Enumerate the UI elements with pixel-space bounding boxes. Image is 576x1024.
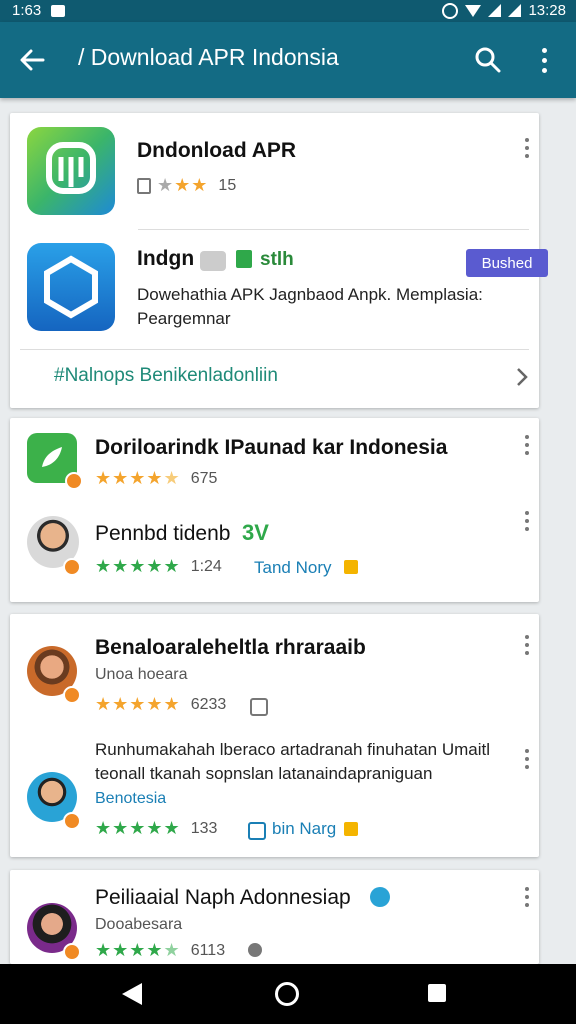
app-tag: stlh <box>260 249 294 270</box>
recents-icon[interactable] <box>428 984 446 1002</box>
rating-count: 1:24 <box>190 557 222 575</box>
results-card-1: Doriloarindk IPaunad kar Indonesia ★★★★ ★… <box>10 418 539 602</box>
rating-count: 15 <box>218 176 237 194</box>
item-badge: 3V <box>242 520 269 545</box>
status-bar: 1:63 13:28 <box>0 0 576 22</box>
alarm-icon <box>442 2 459 19</box>
thumb-icon <box>248 822 266 840</box>
rating-count: 6113 <box>190 941 226 959</box>
lock-icon <box>344 822 358 836</box>
page-title: / Download APR Indonsia <box>78 44 339 70</box>
item-rating: ★★★★★ 1:24 <box>95 556 222 576</box>
results-card-3: Peiliaaial Naph Adonnesiap Dooabesara ★★… <box>10 870 539 964</box>
list-item[interactable]: Pennbd tidenb 3V ★★★★★ 1:24 Tand Nory <box>10 506 539 602</box>
app-row-download[interactable]: Dndonload APR ★ ★★ 15 <box>10 113 539 228</box>
signal-icon <box>488 4 502 17</box>
more-options-icon[interactable] <box>515 882 539 912</box>
item-subtitle: Dooabesara <box>95 916 183 933</box>
chevron-right-icon[interactable] <box>515 367 529 392</box>
item-title: Peiliaaial Naph Adonnesiap <box>95 886 351 909</box>
item-rating: ★★★★ ★ 675 <box>95 468 218 488</box>
lock-icon <box>344 560 358 574</box>
divider <box>138 229 529 230</box>
status-time-left: 1:63 <box>12 2 42 19</box>
back-arrow-icon[interactable] <box>14 44 50 76</box>
item-rating: ★★★★★ 133 <box>95 818 218 838</box>
more-options-icon[interactable] <box>515 430 539 460</box>
app-description: Dowehathia APK Jagnbaod Anpk. Memplasia:… <box>137 285 483 328</box>
divider <box>20 349 529 350</box>
more-options-icon[interactable] <box>515 630 539 660</box>
featured-card: Dndonload APR ★ ★★ 15 Indgn stlh Bushed D… <box>10 113 548 408</box>
list-item[interactable]: Peiliaaial Naph Adonnesiap Dooabesara ★★… <box>10 870 539 964</box>
item-title: Pennbd tidenb <box>95 522 231 545</box>
search-icon[interactable] <box>470 44 506 76</box>
back-icon[interactable] <box>122 983 142 1005</box>
app-name: Dndonload APR <box>137 139 297 162</box>
item-title: Doriloarindk IPaunad kar Indonesia <box>95 436 448 459</box>
verified-icon <box>370 887 390 907</box>
app-name: Indgn <box>137 247 195 270</box>
orange-dot-badge <box>63 686 81 704</box>
see-more-row[interactable]: #Nalnops Benikenladonliin <box>10 351 539 407</box>
lock-icon <box>137 177 151 194</box>
status-time-right: 13:28 <box>528 2 566 19</box>
item-description: Runhumakahah lberaco artadranah finuhata… <box>95 740 491 783</box>
photo-notification-icon <box>51 4 66 17</box>
item-subtitle: Benotesia <box>95 790 167 807</box>
list-item[interactable]: Runhumakahah lberaco artadranah finuhata… <box>10 732 539 857</box>
orange-dot-badge <box>63 812 81 830</box>
orange-dot-badge <box>63 558 81 576</box>
results-card-2: Benaloaraleheltla rhraraaib Unoa hoeara … <box>10 614 539 857</box>
app-bar: / Download APR Indonsia <box>0 22 576 98</box>
app-row-indgn[interactable]: Indgn stlh Bushed Dowehathia APK Jagnbao… <box>10 231 548 349</box>
item-rating: ★★★★ ★ 6113 <box>95 940 226 960</box>
install-button[interactable]: Bushed <box>466 249 548 277</box>
item-rating: ★★★★★ 6233 <box>95 694 227 714</box>
list-item[interactable]: Doriloarindk IPaunad kar Indonesia ★★★★ ★… <box>10 418 539 506</box>
orange-dot-badge <box>63 943 81 961</box>
item-link[interactable]: Tand Nory <box>254 558 331 578</box>
info-icon <box>248 943 262 957</box>
more-options-icon[interactable] <box>515 133 539 163</box>
app-rating: ★ ★★ 15 <box>137 175 236 196</box>
orange-dot-badge <box>65 472 83 490</box>
rating-count: 675 <box>190 469 218 487</box>
wifi-icon <box>465 4 482 17</box>
more-vert-icon[interactable] <box>530 44 558 76</box>
badge-green <box>236 250 252 268</box>
item-title: Benaloaraleheltla rhraraaib <box>95 636 366 659</box>
more-options-icon[interactable] <box>515 744 539 774</box>
home-icon[interactable] <box>275 982 299 1006</box>
battery-icon <box>508 4 522 17</box>
rating-count: 133 <box>190 819 218 837</box>
list-item[interactable]: Benaloaraleheltla rhraraaib Unoa hoeara … <box>10 614 539 732</box>
more-options-icon[interactable] <box>515 506 539 536</box>
app-icon <box>27 127 115 215</box>
rating-count: 6233 <box>190 695 227 713</box>
badge-gray <box>200 251 226 271</box>
item-subtitle: Unoa hoeara <box>95 666 188 683</box>
see-more-link[interactable]: #Nalnops Benikenladonliin <box>54 365 278 387</box>
app-icon <box>27 243 115 331</box>
system-nav-bar <box>0 964 576 1024</box>
item-link[interactable]: bin Narg <box>272 819 336 839</box>
lock-icon <box>250 698 268 716</box>
